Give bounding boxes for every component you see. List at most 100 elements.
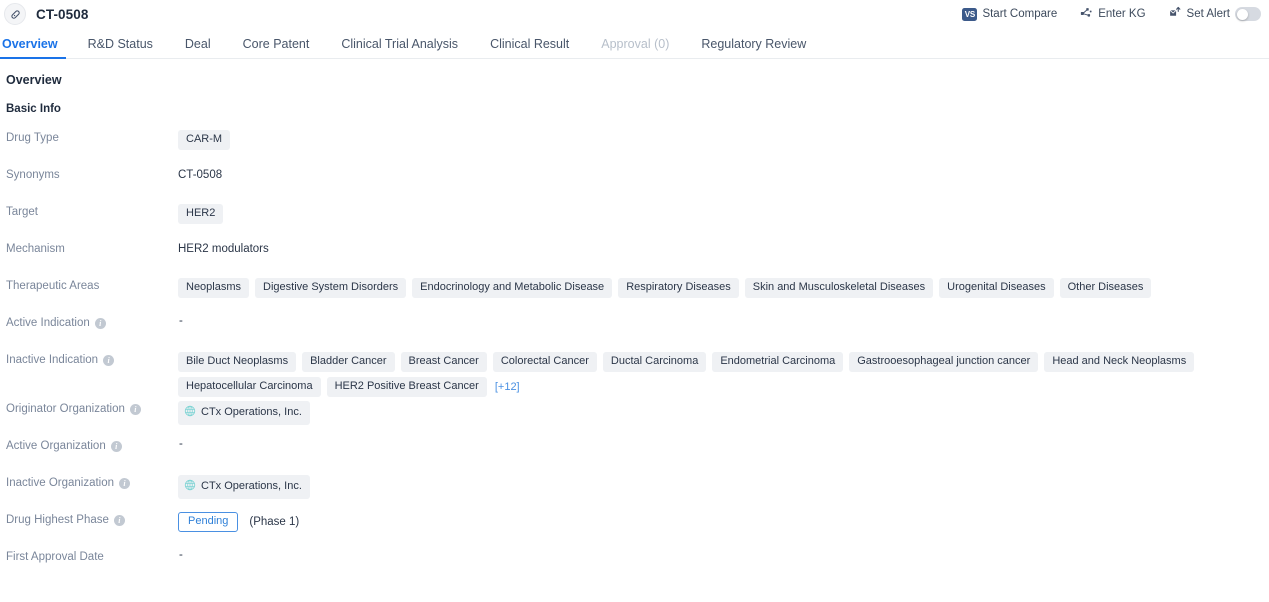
vs-badge-icon: VS xyxy=(962,7,978,21)
tab-overview[interactable]: Overview xyxy=(0,37,72,59)
tab-clinical-result[interactable]: Clinical Result xyxy=(474,37,585,59)
value-first-approval-date: - xyxy=(178,547,1269,561)
tab-core-patent[interactable]: Core Patent xyxy=(227,37,326,59)
label-drug-type: Drug Type xyxy=(6,132,59,144)
tab-rd-status[interactable]: R&D Status xyxy=(72,37,169,59)
value-originator-organization: CTx Operations, Inc. xyxy=(178,399,1269,425)
label-target: Target xyxy=(6,206,38,218)
value-target: HER2 xyxy=(178,202,1269,224)
label-drug-highest-phase: Drug Highest Phase i xyxy=(6,510,178,526)
tag-inactive-indication[interactable]: Bladder Cancer xyxy=(302,352,395,372)
tag-inactive-indication[interactable]: Bile Duct Neoplasms xyxy=(178,352,297,372)
tab-bar: Overview R&D Status Deal Core Patent Cli… xyxy=(0,28,1269,59)
label-active-organization: Active Organization i xyxy=(6,436,178,452)
basic-info-heading: Basic Info xyxy=(6,103,61,115)
label-inactive-organization: Inactive Organization i xyxy=(6,473,178,489)
info-icon[interactable]: i xyxy=(113,514,125,526)
tag-therapeutic-area[interactable]: Skin and Musculoskeletal Diseases xyxy=(744,278,934,298)
active-organization-text: - xyxy=(179,438,183,450)
label-originator-organization: Originator Organization i xyxy=(6,399,178,415)
row-originator-organization: Originator Organization i CTx Operations… xyxy=(6,397,1269,434)
row-drug-type: Drug Type CAR-M xyxy=(6,126,1269,163)
tag-inactive-indication[interactable]: HER2 Positive Breast Cancer xyxy=(326,377,487,397)
tag-inactive-indication[interactable]: Breast Cancer xyxy=(400,352,487,372)
first-approval-date-text: - xyxy=(179,549,183,561)
tab-deal[interactable]: Deal xyxy=(169,37,227,59)
header-actions: VS Start Compare Enter KG Set Alert xyxy=(962,6,1261,22)
value-drug-type: CAR-M xyxy=(178,128,1269,150)
row-therapeutic-areas: Therapeutic Areas Neoplasms Digestive Sy… xyxy=(6,274,1269,311)
active-indication-text: - xyxy=(179,315,183,327)
value-inactive-indication: Bile Duct Neoplasms Bladder Cancer Breas… xyxy=(178,350,1269,397)
tag-target[interactable]: HER2 xyxy=(178,204,224,224)
label-synonyms: Synonyms xyxy=(6,169,60,181)
tag-therapeutic-area[interactable]: Urogenital Diseases xyxy=(939,278,1054,298)
value-active-indication: - xyxy=(178,313,1269,327)
value-inactive-organization: CTx Operations, Inc. xyxy=(178,473,1269,499)
value-mechanism: HER2 modulators xyxy=(178,239,1269,257)
row-drug-highest-phase: Drug Highest Phase i Pending (Phase 1) xyxy=(6,508,1269,545)
originator-organization-name: CTx Operations, Inc. xyxy=(201,406,302,418)
info-icon[interactable]: i xyxy=(129,403,141,415)
label-inactive-indication: Inactive Indication i xyxy=(6,350,178,366)
synonyms-text: CT-0508 xyxy=(178,169,223,181)
knowledge-graph-icon xyxy=(1079,6,1093,22)
tag-inactive-indication[interactable]: Hepatocellular Carcinoma xyxy=(178,377,321,397)
tag-therapeutic-area[interactable]: Respiratory Diseases xyxy=(618,278,739,298)
label-therapeutic-areas: Therapeutic Areas xyxy=(6,280,100,292)
page-title: CT-0508 xyxy=(36,6,89,22)
enter-kg-button[interactable]: Enter KG xyxy=(1079,6,1146,22)
tag-therapeutic-area[interactable]: Neoplasms xyxy=(178,278,250,298)
info-icon[interactable]: i xyxy=(119,477,131,489)
tag-inactive-indication[interactable]: Colorectal Cancer xyxy=(492,352,597,372)
globe-icon xyxy=(184,405,196,420)
phase-note: (Phase 1) xyxy=(249,516,300,528)
value-therapeutic-areas: Neoplasms Digestive System Disorders End… xyxy=(178,276,1269,298)
row-mechanism: Mechanism HER2 modulators xyxy=(6,237,1269,274)
start-compare-label: Start Compare xyxy=(982,8,1058,20)
tag-therapeutic-area[interactable]: Digestive System Disorders xyxy=(255,278,407,298)
tag-inactive-indication[interactable]: Endometrial Carcinoma xyxy=(712,352,844,372)
tag-therapeutic-area[interactable]: Other Diseases xyxy=(1059,278,1152,298)
tag-therapeutic-area[interactable]: Endocrinology and Metabolic Disease xyxy=(412,278,613,298)
value-active-organization: - xyxy=(178,436,1269,450)
tag-originator-organization[interactable]: CTx Operations, Inc. xyxy=(178,401,310,425)
info-icon[interactable]: i xyxy=(94,317,106,329)
set-alert-control[interactable]: Set Alert xyxy=(1168,6,1261,22)
mechanism-text: HER2 modulators xyxy=(178,243,269,255)
set-alert-toggle[interactable] xyxy=(1235,7,1261,21)
value-synonyms: CT-0508 xyxy=(178,165,1269,183)
tab-clinical-trial-analysis[interactable]: Clinical Trial Analysis xyxy=(325,37,474,59)
overview-heading: Overview xyxy=(6,73,62,87)
row-first-approval-date: First Approval Date - xyxy=(6,545,1269,582)
row-inactive-organization: Inactive Organization i CTx Operations, … xyxy=(6,471,1269,508)
start-compare-button[interactable]: VS Start Compare xyxy=(962,7,1058,21)
enter-kg-label: Enter KG xyxy=(1098,8,1146,20)
label-first-approval-date: First Approval Date xyxy=(6,551,104,563)
page-header: CT-0508 VS Start Compare Enter KG Set Al… xyxy=(0,0,1269,28)
tab-regulatory-review[interactable]: Regulatory Review xyxy=(685,37,822,59)
label-active-indication: Active Indication i xyxy=(6,313,178,329)
info-icon[interactable]: i xyxy=(103,354,115,366)
tag-inactive-indication[interactable]: Gastrooesophageal junction cancer xyxy=(849,352,1039,372)
overview-panel: Overview Basic Info Drug Type CAR-M Syno… xyxy=(0,59,1269,582)
row-target: Target HER2 xyxy=(6,200,1269,237)
set-alert-label: Set Alert xyxy=(1186,8,1230,20)
pill-icon xyxy=(4,3,26,25)
row-active-organization: Active Organization i - xyxy=(6,434,1269,471)
tag-drug-type[interactable]: CAR-M xyxy=(178,130,231,150)
tag-inactive-indication[interactable]: Ductal Carcinoma xyxy=(602,352,707,372)
phase-status-badge[interactable]: Pending xyxy=(178,512,239,532)
inactive-indication-more-link[interactable]: [+12] xyxy=(495,381,520,393)
row-inactive-indication: Inactive Indication i Bile Duct Neoplasm… xyxy=(6,348,1269,397)
value-drug-highest-phase: Pending (Phase 1) xyxy=(178,510,1269,532)
tag-inactive-indication[interactable]: Head and Neck Neoplasms xyxy=(1044,352,1195,372)
tag-inactive-organization[interactable]: CTx Operations, Inc. xyxy=(178,475,310,499)
info-icon[interactable]: i xyxy=(110,440,122,452)
tab-approval: Approval (0) xyxy=(601,36,670,51)
row-synonyms: Synonyms CT-0508 xyxy=(6,163,1269,200)
globe-icon xyxy=(184,479,196,494)
inactive-organization-name: CTx Operations, Inc. xyxy=(201,480,302,492)
row-active-indication: Active Indication i - xyxy=(6,311,1269,348)
label-mechanism: Mechanism xyxy=(6,243,65,255)
